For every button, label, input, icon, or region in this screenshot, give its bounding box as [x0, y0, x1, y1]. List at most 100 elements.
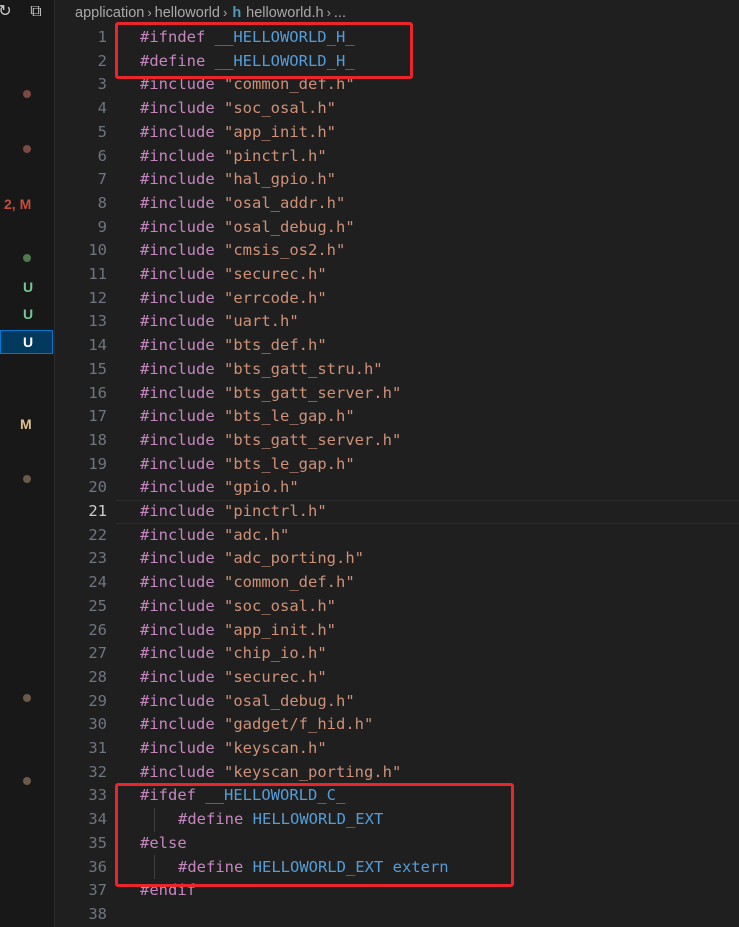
code-text: #include "soc_osal.h" [140, 595, 336, 619]
code-line[interactable]: 28 #include "securec.h" [54, 666, 739, 690]
code-line[interactable]: 22 #include "adc.h" [54, 524, 739, 548]
code-line[interactable]: 12 #include "errcode.h" [54, 287, 739, 311]
code-line[interactable]: 8 #include "osal_addr.h" [54, 192, 739, 216]
explorer-sidebar: ↻ ⧉ 2, M U U U M [0, 0, 55, 927]
preprocessor-keyword: #include [140, 265, 224, 283]
code-line[interactable]: 25 #include "soc_osal.h" [54, 595, 739, 619]
preprocessor-keyword: #include [140, 407, 224, 426]
line-number: 14 [88, 336, 107, 355]
string-literal: "app_init.h" [224, 122, 336, 141]
string-literal: "gadget/f_hid.h" [224, 715, 374, 734]
code-text: #include "chip_io.h" [140, 642, 327, 666]
code-text: #include "uart.h" [140, 310, 299, 334]
code-line[interactable]: 6 #include "pinctrl.h" [54, 145, 739, 169]
line-number: 6 [97, 146, 107, 165]
line-number: 30 [88, 715, 107, 734]
preprocessor-keyword: #include [140, 762, 224, 781]
string-literal: "pinctrl.h" [224, 502, 327, 520]
line-number: 36 [88, 857, 107, 876]
string-literal: "uart.h" [224, 312, 299, 331]
line-number: 37 [88, 881, 107, 900]
code-line[interactable]: 24 #include "common_def.h" [54, 571, 739, 595]
code-line[interactable]: 11 #include "securec.h" [54, 263, 739, 287]
code-line[interactable]: 23 #include "adc_porting.h" [54, 547, 739, 571]
line-number: 20 [88, 478, 107, 497]
string-literal: "keyscan_porting.h" [224, 762, 402, 781]
string-literal: "app_init.h" [224, 620, 336, 639]
breadcrumb-item[interactable]: helloworld.h [246, 5, 323, 21]
code-line[interactable]: 21 #include "pinctrl.h" [54, 500, 739, 524]
string-literal: "common_def.h" [224, 573, 355, 592]
string-literal: "soc_osal.h" [224, 99, 336, 118]
code-line[interactable]: 32 #include "keyscan_porting.h" [54, 761, 739, 785]
line-number: 3 [97, 75, 107, 94]
code-line[interactable]: 5 #include "app_init.h" [54, 121, 739, 145]
git-status-badge: 2, M [4, 196, 32, 212]
modified-dot-icon [23, 694, 31, 702]
preprocessor-keyword: #include [140, 241, 224, 260]
code-line[interactable]: 26 #include "app_init.h" [54, 619, 739, 643]
untracked-dot-icon [23, 254, 31, 262]
line-number: 15 [88, 359, 107, 378]
code-line[interactable]: 9 #include "osal_debug.h" [54, 216, 739, 240]
code-line[interactable]: 13 #include "uart.h" [54, 310, 739, 334]
code-line[interactable]: 27 #include "chip_io.h" [54, 642, 739, 666]
breadcrumb: application › helloworld › h helloworld.h ›... [75, 2, 346, 24]
code-text: #include "keyscan.h" [140, 737, 327, 761]
line-number: 29 [88, 691, 107, 710]
collapse-all-icon[interactable]: ⧉ [27, 2, 45, 22]
code-line[interactable]: 7 #include "hal_gpio.h" [54, 168, 739, 192]
code-line[interactable]: 31 #include "keyscan.h" [54, 737, 739, 761]
code-line[interactable]: 30 #include "gadget/f_hid.h" [54, 713, 739, 737]
line-number: 5 [97, 122, 107, 141]
git-status-badge: U [23, 306, 34, 322]
line-number: 27 [88, 644, 107, 663]
preprocessor-keyword: #include [140, 502, 224, 520]
modified-dot-icon [23, 777, 31, 785]
code-line[interactable]: 16 #include "bts_gatt_server.h" [54, 382, 739, 406]
code-line[interactable]: 18 #include "bts_gatt_server.h" [54, 429, 739, 453]
line-number: 17 [88, 407, 107, 426]
code-text: #include "pinctrl.h" [140, 500, 327, 524]
string-literal: "errcode.h" [224, 288, 327, 307]
refresh-icon[interactable]: ↻ [0, 2, 14, 22]
code-line[interactable]: 29 #include "osal_debug.h" [54, 690, 739, 714]
code-text: #include "hal_gpio.h" [140, 168, 336, 192]
code-text: #include "bts_def.h" [140, 334, 327, 358]
code-text: #include "osal_debug.h" [140, 690, 355, 714]
line-number: 8 [97, 193, 107, 212]
code-text: #include "adc.h" [140, 524, 289, 548]
line-number: 34 [88, 810, 107, 829]
code-text: #include "adc_porting.h" [140, 547, 364, 571]
code-line[interactable]: 15 #include "bts_gatt_stru.h" [54, 358, 739, 382]
code-line[interactable]: 17 #include "bts_le_gap.h" [54, 405, 739, 429]
code-line[interactable]: 19 #include "bts_le_gap.h" [54, 453, 739, 477]
modified-dot-icon [23, 90, 31, 98]
string-literal: "keyscan.h" [224, 739, 327, 757]
preprocessor-keyword: #include [140, 122, 224, 141]
string-literal: "osal_debug.h" [224, 217, 355, 236]
line-number: 28 [88, 667, 107, 686]
string-literal: "bts_le_gap.h" [224, 454, 355, 473]
c-header-file-icon: h [232, 5, 242, 21]
code-line[interactable]: 10 #include "cmsis_os2.h" [54, 239, 739, 263]
code-line[interactable]: 38 [54, 903, 739, 927]
string-literal: "osal_addr.h" [224, 193, 346, 212]
code-line[interactable]: 4 #include "soc_osal.h" [54, 97, 739, 121]
breadcrumb-item[interactable]: helloworld [155, 5, 220, 21]
code-text: #include "bts_gatt_stru.h" [140, 358, 383, 382]
breadcrumb-item[interactable]: ... [334, 5, 346, 21]
code-text: #include "securec.h" [140, 263, 327, 287]
highlight-box-include-guard [115, 22, 413, 79]
preprocessor-keyword: #include [140, 99, 224, 118]
string-literal: "osal_debug.h" [224, 691, 355, 710]
string-literal: "securec.h" [224, 265, 327, 283]
line-number: 4 [97, 99, 107, 118]
breadcrumb-item[interactable]: application [75, 5, 144, 21]
chevron-right-icon: › [326, 5, 331, 20]
code-line[interactable]: 14 #include "bts_def.h" [54, 334, 739, 358]
code-line[interactable]: 20 #include "gpio.h" [54, 476, 739, 500]
line-number: 1 [97, 28, 107, 46]
line-number: 33 [88, 786, 107, 805]
line-number: 2 [97, 51, 107, 70]
